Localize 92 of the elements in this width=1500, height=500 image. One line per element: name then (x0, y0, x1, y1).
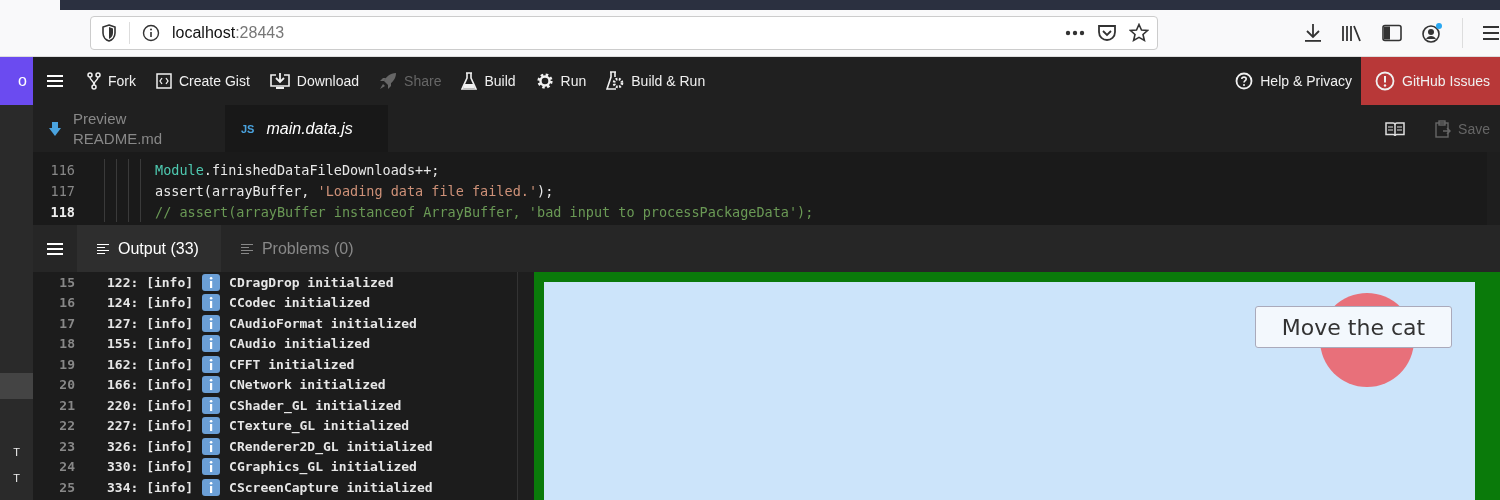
info-icon (202, 437, 221, 455)
log-message: CCodec initialized (229, 295, 370, 311)
code-line: Module.finishedDataFileDownloads++; (155, 161, 440, 178)
line-number: 17 (58, 315, 75, 331)
line-number: 20 (58, 377, 75, 393)
log-prefix: 155: [info] (107, 336, 194, 352)
star-icon[interactable] (1129, 23, 1149, 43)
line-number: 21 (58, 397, 75, 413)
help-button[interactable]: Help & Privacy (1226, 57, 1362, 105)
log-message: CTexture_GL initialized (229, 418, 410, 434)
library-icon[interactable] (1341, 24, 1363, 42)
info-icon (202, 335, 221, 353)
panel-tab[interactable]: Problems (0) (220, 225, 376, 272)
toolbar-button[interactable]: Fork (77, 57, 146, 105)
help-icon (1235, 72, 1254, 90)
line-number: 116 (49, 161, 75, 178)
download-icon (269, 72, 290, 90)
editor-tab[interactable]: Preview README.md (33, 105, 225, 152)
alert-icon (1375, 71, 1396, 91)
log-message: CNetwork initialized (229, 377, 386, 393)
code-icon (156, 73, 172, 89)
log-message: CAudioFormat initialized (229, 315, 417, 331)
flask-icon (461, 72, 478, 90)
line-number: 18 (58, 336, 75, 352)
log-message: CRenderer2D_GL initialized (229, 438, 433, 454)
menu-icon[interactable] (1482, 25, 1500, 41)
log-message: CScreenCapture initialized (229, 479, 433, 495)
book-icon[interactable] (1385, 120, 1406, 137)
info-icon (202, 478, 221, 496)
line-number: 22 (58, 418, 75, 434)
info-icon (202, 273, 221, 291)
toolbar-button[interactable]: Build & Run (596, 57, 716, 105)
sidebar-icon[interactable] (1382, 24, 1402, 42)
line-number: 23 (58, 438, 75, 454)
log-prefix: 334: [info] (107, 479, 194, 495)
log-prefix: 124: [info] (107, 295, 194, 311)
line-number: 19 (58, 356, 75, 372)
log-prefix: 162: [info] (107, 356, 194, 372)
line-number: 16 (58, 295, 75, 311)
address-bar[interactable]: localhost:28443 (90, 16, 1158, 50)
info-icon (202, 396, 221, 414)
toolbar-button[interactable]: Download (259, 57, 370, 105)
rocket-icon (379, 72, 398, 90)
line-number: 118 (49, 203, 75, 220)
info-icon (202, 355, 221, 373)
line-number: 117 (49, 182, 75, 199)
lines-icon (97, 242, 109, 255)
toolbar-button[interactable]: Build (451, 57, 526, 105)
clipboard-icon (1435, 119, 1452, 138)
toolbar-button[interactable]: Create Gist (146, 57, 260, 105)
download-icon[interactable] (1304, 23, 1322, 43)
log-prefix: 166: [info] (107, 377, 194, 393)
move-button[interactable]: Move the cat (1255, 306, 1452, 348)
log-message: CDragDrop initialized (229, 274, 394, 290)
log-prefix: 220: [info] (107, 397, 194, 413)
code-line: // assert(arrayBuffer instanceof ArrayBuffer, 'bad input to processPackageData'); (155, 203, 814, 220)
line-number: 24 (58, 459, 75, 475)
log-prefix: 122: [info] (107, 274, 194, 290)
log-prefix: 227: [info] (107, 418, 194, 434)
line-number: 25 (58, 479, 75, 495)
more-icon[interactable] (1065, 30, 1085, 36)
sidebar-item[interactable]: T (0, 465, 33, 491)
fork-icon (87, 72, 101, 90)
editor-tab[interactable]: JS main.data.js (225, 105, 388, 152)
issues-button[interactable]: GitHub Issues (1361, 57, 1500, 105)
info-icon (202, 417, 221, 435)
log-prefix: 326: [info] (107, 438, 194, 454)
sidebar-item[interactable]: T (0, 439, 33, 465)
code-line: assert(arrayBuffer, 'Loading data file failed.'); (155, 182, 554, 199)
log-message: CGraphics_GL initialized (229, 459, 417, 475)
panel-tab[interactable]: Output (33) (77, 225, 221, 272)
log-prefix: 127: [info] (107, 315, 194, 331)
info-icon (202, 314, 221, 332)
toolbar-button[interactable]: Run (525, 57, 597, 105)
info-icon (202, 294, 221, 312)
flask-gear-icon (606, 71, 625, 91)
info-icon[interactable] (142, 24, 160, 42)
down-arrow-icon (49, 121, 61, 136)
log-message: CFFT initialized (229, 356, 355, 372)
info-icon (202, 458, 221, 476)
gear-icon (535, 72, 554, 90)
info-icon (202, 376, 221, 394)
log-message: CAudio initialized (229, 336, 370, 352)
shield-icon[interactable] (101, 24, 117, 42)
brand-tab[interactable]: o (0, 57, 33, 105)
log-prefix: 330: [info] (107, 459, 194, 475)
account-icon[interactable] (1421, 22, 1443, 44)
lines-icon (240, 242, 253, 255)
line-number: 15 (58, 274, 75, 290)
log-message: CShader_GL initialized (229, 397, 402, 413)
pocket-icon[interactable] (1097, 24, 1117, 42)
url-text: localhost:28443 (172, 24, 285, 42)
